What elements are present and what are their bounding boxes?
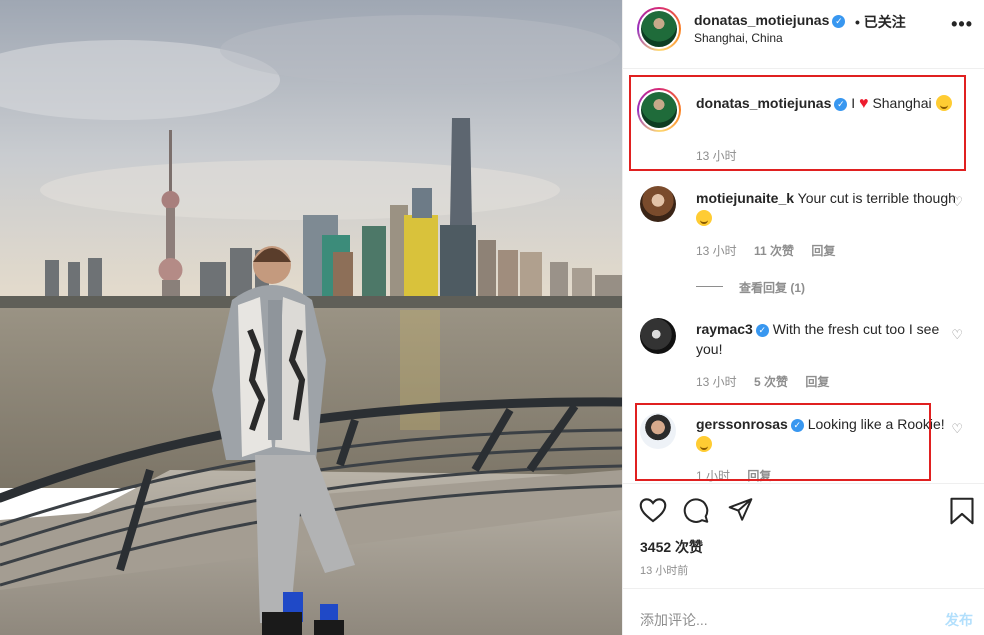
comment-item: raymac3 ✓ With the fresh cut too I see yo… — [623, 313, 984, 393]
commenter-avatar[interactable] — [640, 186, 676, 222]
comment-like-icon[interactable]: ♡ — [951, 194, 963, 210]
heart-outline-icon[interactable] — [639, 497, 667, 523]
comment-likes[interactable]: 11 次赞 — [754, 244, 794, 258]
comment-username[interactable]: raymac3 — [696, 321, 753, 337]
shanghai-skyline-photo — [0, 0, 622, 635]
bookmark-icon[interactable] — [949, 497, 975, 525]
verified-badge-icon: ✓ — [755, 324, 769, 337]
grimacing-emoji-icon — [696, 210, 712, 226]
highlight-box-comment — [635, 403, 931, 481]
commenter-avatar[interactable] — [640, 318, 676, 354]
highlight-box-caption — [629, 75, 966, 171]
comment-text: Your cut is terrible though — [797, 190, 956, 206]
post-photo[interactable] — [0, 0, 622, 635]
add-comment-input[interactable]: 添加评论... — [640, 610, 708, 630]
post-timestamp[interactable]: 13 小时前 — [640, 562, 688, 578]
likes-count[interactable]: 3452 次赞 — [640, 537, 703, 557]
comment-username[interactable]: motiejunaite_k — [696, 190, 794, 206]
follow-status[interactable]: • 已关注 — [855, 12, 906, 32]
post-header: donatas_motiejunas ✓ • 已关注 Shanghai, Chin… — [623, 0, 984, 69]
post-actions: 3452 次赞 13 小时前 — [623, 483, 984, 587]
comment-like-icon[interactable]: ♡ — [951, 327, 963, 343]
author-avatar[interactable] — [637, 7, 681, 51]
add-comment-bar: 添加评论... 发布 — [623, 588, 984, 635]
comment-time[interactable]: 13 小时 — [696, 244, 737, 258]
reply-button[interactable]: 回复 — [811, 244, 835, 258]
post-comment-button[interactable]: 发布 — [945, 610, 973, 630]
paper-plane-icon[interactable] — [727, 497, 754, 523]
reply-button[interactable]: 回复 — [805, 375, 829, 389]
comment-like-icon[interactable]: ♡ — [951, 421, 963, 437]
post-side-panel: donatas_motiejunas ✓ • 已关注 Shanghai, Chin… — [622, 0, 984, 635]
verified-badge-icon: ✓ — [832, 15, 846, 28]
author-username[interactable]: donatas_motiejunas ✓ — [694, 12, 846, 28]
view-replies-button[interactable]: 查看回复 (1) — [739, 279, 805, 296]
replies-divider — [696, 286, 723, 287]
post-location[interactable]: Shanghai, China — [694, 31, 783, 45]
comment-item: motiejunaite_k Your cut is terrible thou… — [623, 182, 984, 302]
comment-time[interactable]: 13 小时 — [696, 375, 737, 389]
comment-likes[interactable]: 5 次赞 — [754, 375, 788, 389]
comment-bubble-icon[interactable] — [682, 497, 710, 524]
more-horizontal-icon[interactable]: ••• — [951, 14, 973, 35]
instagram-post: donatas_motiejunas ✓ • 已关注 Shanghai, Chin… — [0, 0, 984, 635]
